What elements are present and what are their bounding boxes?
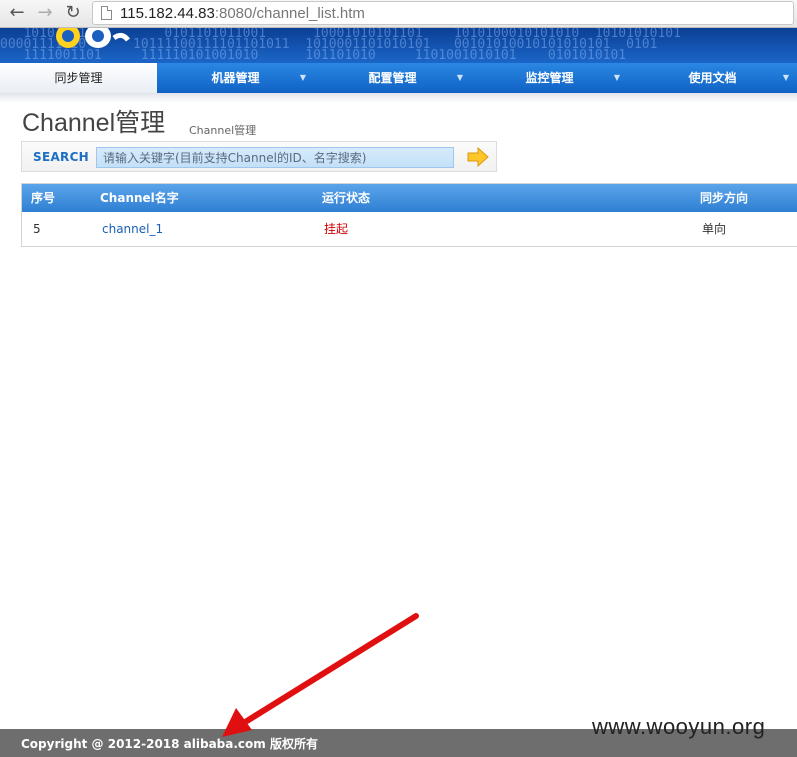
channel-name-link[interactable]: channel_1 [102, 212, 163, 247]
search-label: SEARCH [33, 150, 90, 164]
address-bar[interactable]: 115.182.44.83:8080/channel_list.htm [92, 1, 794, 25]
channel-table: 序号 Channel名字 运行状态 同步方向 5 channel_1 挂起 单向 [21, 183, 797, 247]
url-host: 115.182.44.83 [120, 5, 215, 22]
caret-down-icon: ▼ [782, 73, 789, 82]
caret-down-icon: ▼ [613, 73, 620, 82]
cell-id: 5 [33, 222, 41, 236]
url-text: 115.182.44.83:8080/channel_list.htm [120, 5, 365, 22]
cell-direction: 单向 [702, 222, 727, 236]
header-banner: 1010100110 0101101011001 10001010101101 … [0, 28, 797, 63]
search-input[interactable] [96, 147, 454, 168]
logo-icon [56, 28, 130, 48]
back-arrow-icon[interactable]: ← [6, 2, 28, 24]
status-badge: 挂起 [324, 222, 349, 236]
page-icon [101, 6, 112, 20]
watermark: www.wooyun.org [592, 714, 766, 739]
nav-item-monitor[interactable]: 监控管理 ▼ [471, 63, 628, 93]
column-header: Channel名字 [100, 191, 179, 205]
url-path: :8080/channel_list.htm [214, 5, 365, 22]
main-nav: 同步管理 机器管理 ▼ 配置管理 ▼ 监控管理 ▼ 使用文档 ▼ [0, 63, 797, 93]
nav-item-sync[interactable]: 同步管理 [0, 63, 157, 93]
column-header: 同步方向 [700, 191, 749, 205]
nav-item-label: 机器管理 [211, 71, 260, 85]
forward-arrow-icon[interactable]: → [34, 2, 56, 24]
copyright-text: Copyright @ 2012-2018 alibaba.com 版权所有 [21, 737, 318, 751]
menu-shadow [0, 93, 797, 103]
arrow-right-icon[interactable] [467, 147, 489, 167]
caret-down-icon: ▼ [456, 73, 463, 82]
table-header: 序号 Channel名字 运行状态 同步方向 [22, 184, 797, 212]
reload-icon[interactable]: ↻ [62, 2, 84, 24]
nav-item-label: 监控管理 [525, 71, 574, 85]
column-header: 序号 [31, 191, 56, 205]
browser-toolbar: ← → ↻ 115.182.44.83:8080/channel_list.ht… [0, 0, 797, 28]
table-row: 5 channel_1 挂起 单向 [22, 212, 797, 247]
search-panel: SEARCH [21, 141, 497, 172]
caret-down-icon: ▼ [299, 73, 306, 82]
page-title: Channel管理 [22, 109, 166, 137]
nav-item-label: 使用文档 [688, 71, 737, 85]
breadcrumb: Channel管理 [189, 124, 257, 137]
nav-item-docs[interactable]: 使用文档 ▼ [628, 63, 797, 93]
nav-item-label: 同步管理 [54, 71, 103, 85]
nav-item-machine[interactable]: 机器管理 ▼ [157, 63, 314, 93]
column-header: 运行状态 [322, 191, 371, 205]
nav-item-label: 配置管理 [368, 71, 417, 85]
nav-item-config[interactable]: 配置管理 ▼ [314, 63, 471, 93]
